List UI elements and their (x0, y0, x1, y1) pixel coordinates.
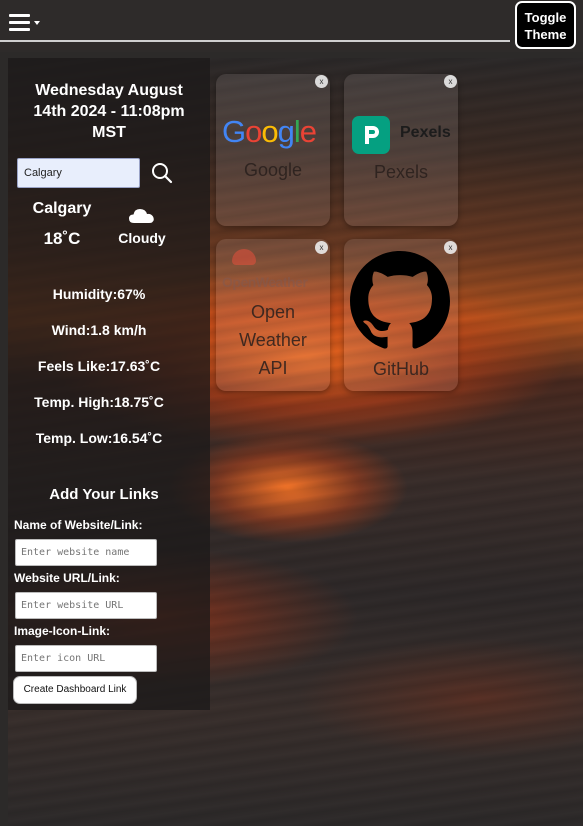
website-url-input[interactable] (15, 592, 157, 619)
city-search-input[interactable] (17, 158, 140, 188)
weather-condition: Cloudy (118, 230, 166, 246)
temp-high: Temp. High:18.75˚C (34, 394, 164, 410)
date-line-2: 14th 2024 - 11:08pm (33, 103, 185, 120)
navbar-divider (0, 40, 510, 42)
add-links-title: Add Your Links (49, 486, 159, 503)
website-name-input[interactable] (15, 539, 157, 566)
date-line-1: Wednesday August (35, 82, 183, 99)
github-icon (350, 251, 450, 349)
icon-link-label: Image-Icon-Link: (14, 624, 111, 638)
dashboard-card-pexels[interactable]: Pexels Pexels (344, 74, 458, 226)
openweather-logo-icon (232, 249, 256, 265)
toggle-theme-button[interactable]: Toggle Theme (515, 1, 576, 49)
dashboard-card-openweather[interactable]: OpenWeather Open Weather API (216, 239, 330, 391)
close-icon[interactable]: x (444, 75, 457, 88)
temperature: 18˚C (43, 229, 81, 248)
close-icon[interactable]: x (444, 241, 457, 254)
temp-low: Temp. Low:16.54˚C (35, 430, 163, 446)
card-label-github: GitHub (372, 359, 430, 379)
dashboard-card-google[interactable]: Google Google (216, 74, 330, 226)
caret-down-icon (34, 21, 40, 25)
toggle-theme-label-line1: Toggle (524, 10, 567, 25)
pexels-logo-icon (352, 116, 390, 154)
create-dashboard-link-button[interactable]: Create Dashboard Link (13, 676, 137, 704)
cloud-icon (129, 209, 154, 223)
feels-like: Feels Like:17.63˚C (37, 358, 161, 374)
wind-speed: Wind:1.8 km/h (51, 322, 147, 338)
icon-link-input[interactable] (15, 645, 157, 672)
weather-panel: Wednesday August 14th 2024 - 11:08pm MST… (8, 58, 210, 710)
card-label-pexels: Pexels (373, 162, 429, 182)
card-label-google: Google (243, 160, 303, 180)
hamburger-icon-bar (9, 21, 30, 24)
top-navbar: Toggle Theme (0, 0, 583, 52)
card-label-line-3: API (258, 358, 288, 378)
dashboard-card-github[interactable]: GitHub (344, 239, 458, 391)
humidity: Humidity:67% (52, 286, 146, 302)
card-label-line-1: Open (250, 302, 296, 322)
website-name-label: Name of Website/Link: (14, 518, 143, 532)
date-line-3: MST (92, 124, 126, 141)
hamburger-icon (9, 14, 30, 17)
city-name: Calgary (32, 200, 92, 217)
hamburger-icon-bar (9, 28, 30, 31)
hamburger-menu-button[interactable] (9, 14, 43, 32)
close-icon[interactable]: x (315, 75, 328, 88)
toggle-theme-label-line2: Theme (524, 27, 567, 42)
pexels-logo-text: Pexels (400, 124, 451, 141)
close-icon[interactable]: x (315, 241, 328, 254)
date-time: Wednesday August 14th 2024 - 11:08pm MST (18, 80, 200, 143)
google-logo: Google (222, 114, 317, 149)
website-url-label: Website URL/Link: (14, 571, 120, 585)
card-label-line-2: Weather (239, 330, 307, 350)
openweather-logo-text: OpenWeather (222, 274, 308, 290)
search-icon[interactable] (151, 162, 173, 184)
